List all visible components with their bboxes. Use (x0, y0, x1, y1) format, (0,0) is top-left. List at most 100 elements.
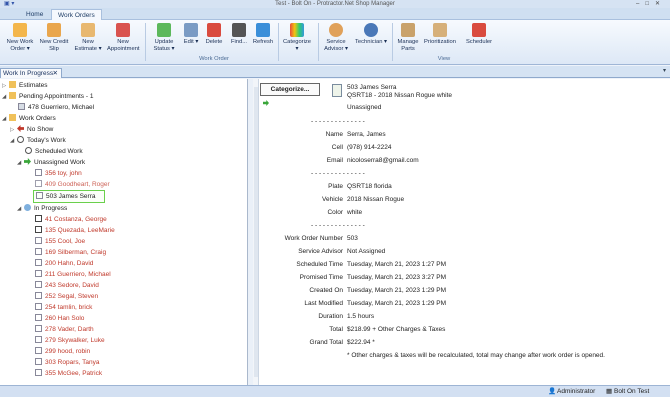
arrow-left-icon (17, 125, 24, 132)
scrollbar-thumb[interactable] (254, 87, 258, 377)
categorize-button[interactable]: Categorize ▾ (282, 23, 312, 52)
credit-slip-icon (47, 23, 61, 37)
tree-item-scheduled-work[interactable]: Scheduled Work (25, 146, 83, 157)
ribbon-separator (392, 23, 393, 61)
status-user: Administrator (557, 388, 596, 395)
tree-item-work-order[interactable]: 260 Han Solo (35, 313, 84, 324)
folder-icon (9, 81, 16, 88)
ribbon: New Work Order ▾ New Credit Slip New Est… (0, 20, 670, 65)
document-icon (35, 292, 42, 299)
tree-item-work-order[interactable]: 41 Costanza, George (35, 214, 107, 225)
technician-icon (364, 23, 378, 37)
edit-icon (184, 23, 198, 37)
tree-item-appointment[interactable]: 478 Guerriero, Michael (18, 102, 94, 113)
prioritization-icon (433, 23, 447, 37)
group-label-view: View (437, 56, 451, 62)
tree-item-work-orders[interactable]: ◢ Work Orders (2, 113, 56, 124)
categorize-icon (290, 23, 304, 37)
new-appointment-button[interactable]: New Appointment (107, 23, 140, 52)
work-order-status: Unassigned (347, 104, 382, 111)
server-icon: ▦ (606, 388, 613, 395)
ribbon-tabs: Home Work Orders (0, 8, 670, 20)
tree-item-pending-appointments[interactable]: ◢ Pending Appointments - 1 (2, 91, 93, 102)
tab-home[interactable]: Home (20, 9, 49, 20)
title-bar: ▣ ▾ Test - Bolt On - Protractor.Net Shop… (0, 0, 670, 8)
tree-item-work-order[interactable]: 279 Skywalker, Luke (35, 335, 105, 346)
categorize-button-detail[interactable]: Categorize... (260, 83, 320, 96)
tree-item-in-progress[interactable]: ◢ In Progress (17, 203, 67, 214)
gear-icon (24, 204, 31, 211)
new-work-order-button[interactable]: New Work Order ▾ (4, 23, 36, 52)
tree-item-work-order[interactable]: 409 Goodheart, Roger (35, 179, 110, 190)
refresh-icon (256, 23, 270, 37)
document-icon (35, 369, 42, 376)
window-controls[interactable]: –□✕ (636, 0, 666, 8)
document-icon (35, 237, 42, 244)
checkbox-checked-icon[interactable] (35, 226, 42, 233)
status-test: Bolt On Test (614, 388, 650, 395)
close-icon[interactable]: ✕ (53, 69, 58, 78)
clock-icon (17, 136, 24, 143)
checkbox-checked-icon[interactable] (35, 215, 42, 222)
tree-item-work-order[interactable]: 155 Cool, Joe (35, 236, 85, 247)
estimate-icon (81, 23, 95, 37)
document-icon (35, 281, 42, 288)
tree-item-work-order[interactable]: 135 Quezada, LeeMarie (35, 225, 115, 236)
document-icon (35, 314, 42, 321)
tree-item-work-order[interactable]: 254 tamlin, brick (35, 302, 92, 313)
document-tab-bar: Work In Progress ✕ ▾ (0, 66, 670, 78)
tree-item-work-order[interactable]: 252 Segal, Steven (35, 291, 98, 302)
tree-item-work-order[interactable]: 355 McGee, Patrick (35, 368, 102, 379)
tree-item-estimates[interactable]: ▷ Estimates (2, 80, 48, 91)
document-icon (35, 259, 42, 266)
user-icon: 👤 (548, 388, 557, 395)
ribbon-separator (278, 23, 279, 61)
manage-parts-button[interactable]: Manage Parts (394, 23, 422, 52)
scheduler-button[interactable]: Scheduler (464, 23, 494, 46)
refresh-button[interactable]: Refresh (247, 23, 279, 46)
tree-item-work-order[interactable]: 303 Ropars, Tanya (35, 357, 99, 368)
folder-icon (9, 92, 16, 99)
calendar-icon (116, 23, 130, 37)
tree-item-no-show[interactable]: ▷ No Show (10, 124, 53, 135)
tree-item-work-order[interactable]: 299 hood, robin (35, 346, 90, 357)
new-estimate-button[interactable]: New Estimate ▾ (72, 23, 104, 52)
work-order-vehicle-line: QSRT18 - 2018 Nissan Rogue white (347, 92, 453, 99)
service-advisor-button[interactable]: Service Advisor ▾ (322, 23, 350, 52)
document-icon (35, 336, 42, 343)
ribbon-separator (318, 23, 319, 61)
document-icon (35, 325, 42, 332)
document-icon (35, 248, 42, 255)
document-icon (18, 103, 25, 110)
document-icon (35, 303, 42, 310)
work-order-document-icon (332, 84, 342, 97)
service-advisor-icon (329, 23, 343, 37)
tree-item-work-order[interactable]: 200 Hahn, David (35, 258, 93, 269)
tab-work-orders[interactable]: Work Orders (51, 9, 102, 20)
prioritization-button[interactable]: Prioritization (423, 23, 457, 46)
tree-item-work-order[interactable]: 243 Sedore, David (35, 280, 99, 291)
tree-item-selected-work-order[interactable]: 503 James Serra (33, 190, 105, 203)
document-icon (35, 358, 42, 365)
status-bar: 👤 Administrator ▦ Bolt On Test (0, 385, 670, 397)
tree-item-work-order[interactable]: 169 Silberman, Craig (35, 247, 106, 258)
work-in-progress-tree: ▷ Estimates ◢ Pending Appointments - 1 478… (0, 79, 248, 385)
document-icon (35, 180, 42, 187)
document-icon (36, 192, 43, 199)
tree-item-work-order[interactable]: 356 toy, john (35, 168, 82, 179)
new-work-order-icon (13, 23, 27, 37)
chevron-down-icon[interactable]: ▾ (663, 67, 666, 74)
tree-item-work-order[interactable]: 211 Guerriero, Michael (35, 269, 111, 280)
arrow-right-icon (263, 100, 269, 106)
arrow-right-icon (24, 158, 31, 165)
technician-button[interactable]: Technician ▾ (354, 23, 388, 46)
tree-item-unassigned-work[interactable]: ◢ Unassigned Work (17, 157, 85, 168)
work-order-title: 503 James Serra (347, 84, 397, 91)
quick-access-icons[interactable]: ▣ ▾ (4, 0, 14, 8)
manage-parts-icon (401, 23, 415, 37)
document-icon (35, 169, 42, 176)
new-credit-slip-button[interactable]: New Credit Slip (38, 23, 70, 52)
tree-item-work-order[interactable]: 278 Vader, Darth (35, 324, 94, 335)
tree-item-todays-work[interactable]: ◢ Today's Work (10, 135, 66, 146)
tab-work-in-progress[interactable]: Work In Progress ✕ (0, 68, 62, 78)
